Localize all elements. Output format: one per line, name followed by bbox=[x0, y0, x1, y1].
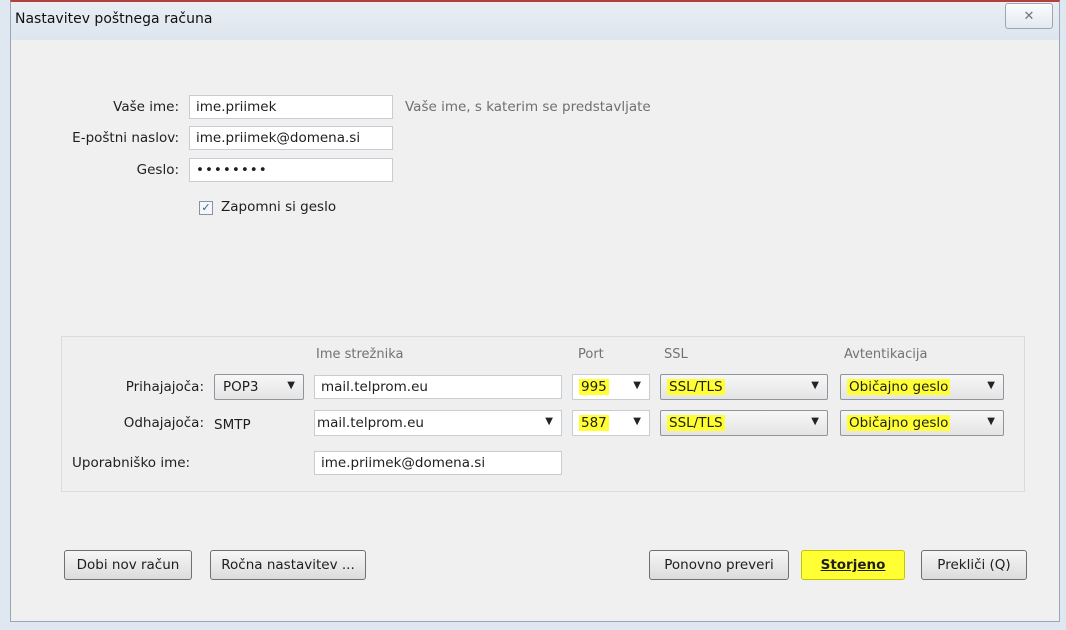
incoming-port-select[interactable]: 995 ▼ bbox=[572, 374, 650, 400]
incoming-hostname-input[interactable]: mail.telprom.eu bbox=[314, 375, 562, 399]
hostname-column-header: Ime strežnika bbox=[316, 347, 404, 362]
outgoing-hostname-select[interactable]: mail.telprom.eu ▼ bbox=[314, 410, 562, 436]
email-label: E-poštni naslov: bbox=[72, 130, 179, 146]
dialog-body: Vaše ime: ime.priimek Vaše ime, s kateri… bbox=[11, 42, 1059, 621]
chevron-down-icon: ▼ bbox=[633, 380, 641, 391]
chevron-down-icon: ▼ bbox=[287, 380, 295, 391]
name-input[interactable]: ime.priimek bbox=[189, 95, 393, 119]
manual-config-button[interactable]: Ročna nastavitev ... bbox=[210, 550, 366, 580]
close-button[interactable]: ✕ bbox=[1005, 3, 1053, 29]
checkmark-icon: ✓ bbox=[201, 201, 211, 214]
incoming-label: Prihajajoča: bbox=[125, 379, 204, 395]
outgoing-port-select[interactable]: 587 ▼ bbox=[572, 410, 650, 436]
chevron-down-icon: ▼ bbox=[987, 416, 995, 427]
incoming-auth-select[interactable]: Običajno geslo ▼ bbox=[840, 374, 1004, 400]
chevron-down-icon: ▼ bbox=[811, 416, 819, 427]
outgoing-protocol: SMTP bbox=[214, 417, 251, 433]
port-column-header: Port bbox=[578, 347, 604, 362]
close-icon: ✕ bbox=[1023, 8, 1035, 24]
incoming-protocol-select[interactable]: POP3 ▼ bbox=[214, 374, 304, 400]
name-hint: Vaše ime, s katerim se predstavljate bbox=[405, 99, 651, 115]
name-label: Vaše ime: bbox=[113, 99, 179, 115]
username-input[interactable]: ime.priimek@domena.si bbox=[314, 451, 562, 475]
chevron-down-icon: ▼ bbox=[987, 380, 995, 391]
get-new-account-button[interactable]: Dobi nov račun bbox=[64, 550, 192, 580]
chevron-down-icon: ▼ bbox=[811, 380, 819, 391]
ssl-column-header: SSL bbox=[664, 347, 688, 362]
title-bar[interactable]: Nastavitev poštnega računa ✕ bbox=[11, 2, 1059, 40]
remember-password-checkbox[interactable]: ✓ bbox=[199, 201, 213, 215]
remember-password-label[interactable]: Zapomni si geslo bbox=[221, 199, 336, 215]
outgoing-ssl-select[interactable]: SSL/TLS ▼ bbox=[660, 410, 828, 436]
password-label: Geslo: bbox=[136, 162, 179, 178]
window-title: Nastavitev poštnega računa bbox=[15, 11, 213, 27]
server-settings-group: Ime strežnika Port SSL Avtentikacija Pri… bbox=[61, 336, 1025, 492]
outgoing-label: Odhajajoča: bbox=[123, 415, 204, 431]
auth-column-header: Avtentikacija bbox=[844, 347, 928, 362]
username-label: Uporabniško ime: bbox=[72, 455, 191, 471]
email-input[interactable]: ime.priimek@domena.si bbox=[189, 126, 393, 150]
chevron-down-icon: ▼ bbox=[633, 416, 641, 427]
password-input[interactable]: •••••••• bbox=[189, 158, 393, 182]
outgoing-auth-select[interactable]: Običajno geslo ▼ bbox=[840, 410, 1004, 436]
cancel-button[interactable]: Prekliči (Q) bbox=[921, 550, 1027, 580]
chevron-down-icon: ▼ bbox=[545, 416, 553, 427]
incoming-ssl-select[interactable]: SSL/TLS ▼ bbox=[660, 374, 828, 400]
done-button[interactable]: Storjeno bbox=[801, 550, 905, 580]
retest-button[interactable]: Ponovno preveri bbox=[649, 550, 789, 580]
account-setup-dialog: Nastavitev poštnega računa ✕ Vaše ime: i… bbox=[10, 0, 1060, 622]
